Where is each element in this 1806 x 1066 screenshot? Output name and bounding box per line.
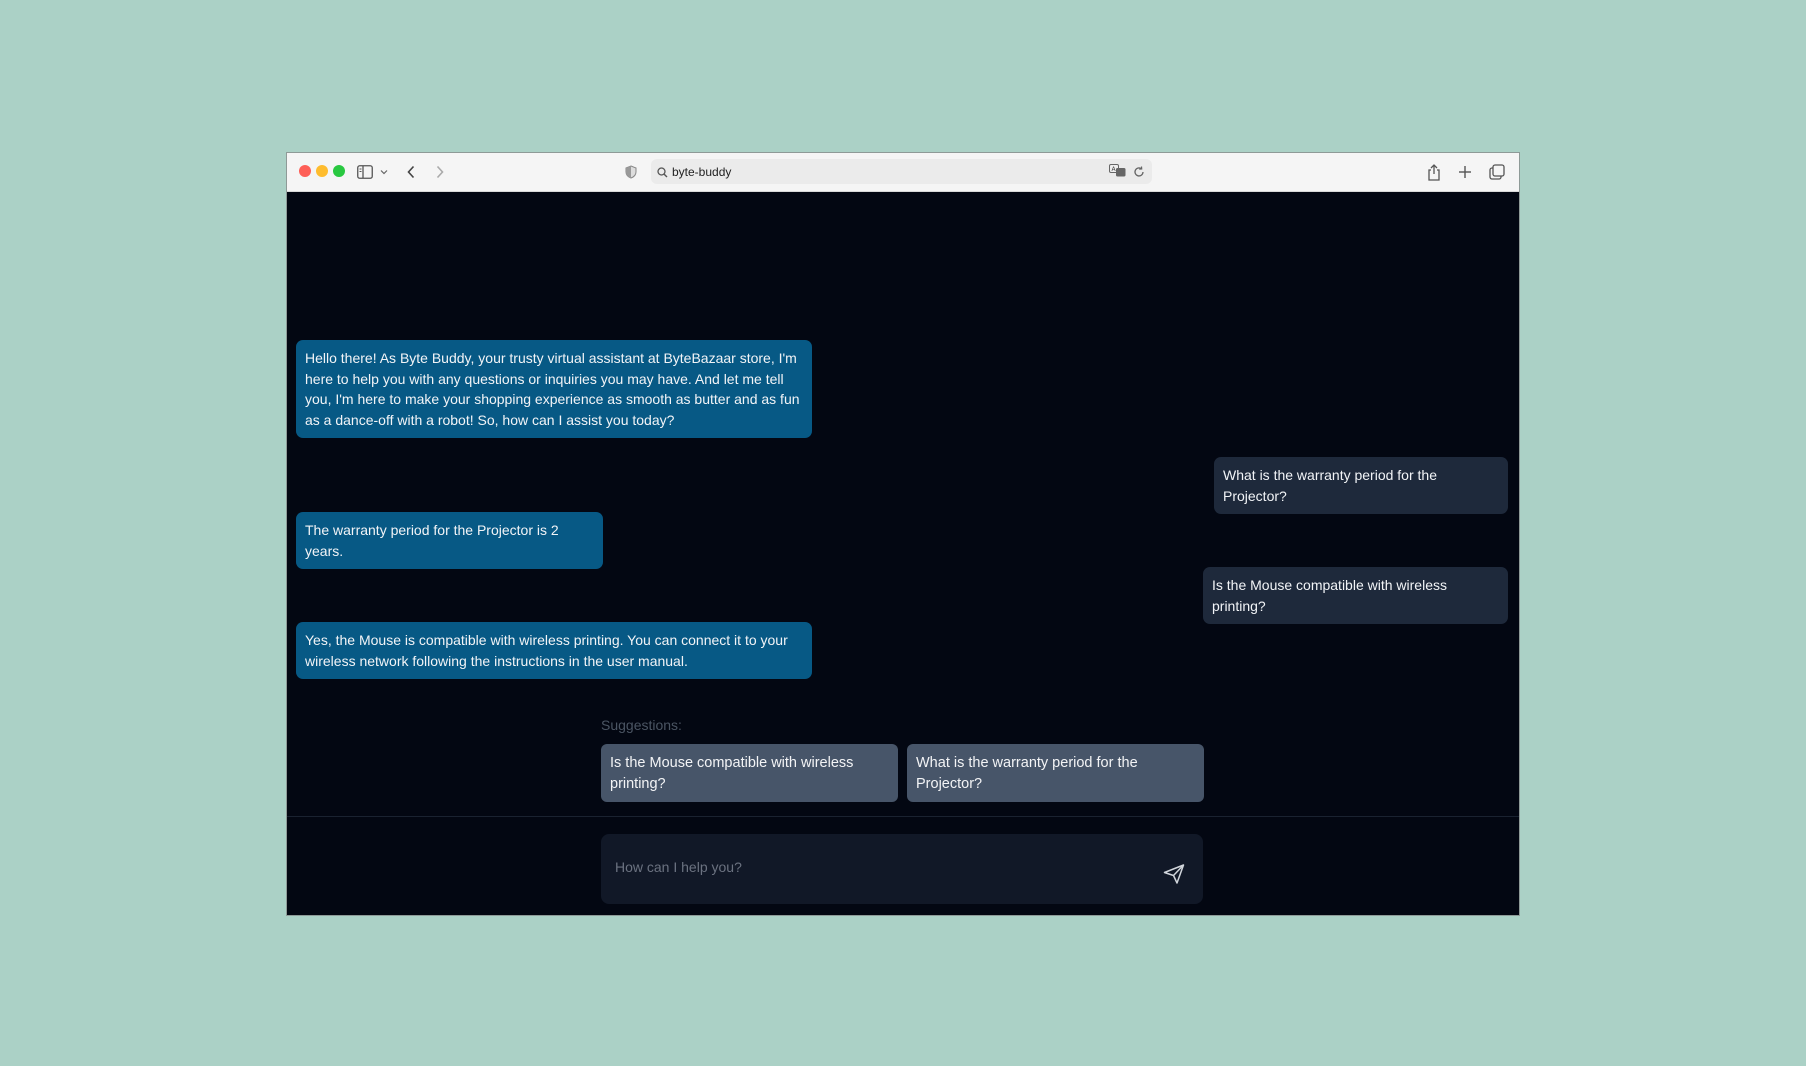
suggestion-chip[interactable]: Is the Mouse compatible with wireless pr… (601, 744, 898, 802)
search-icon (657, 165, 668, 183)
minimize-window-button[interactable] (316, 165, 328, 177)
reload-icon[interactable] (1133, 165, 1145, 183)
suggestions-label: Suggestions: (601, 717, 682, 733)
sidebar-icon[interactable] (355, 162, 375, 182)
suggestion-chip[interactable]: What is the warranty period for the Proj… (907, 744, 1204, 802)
tabs-overview-icon[interactable] (1487, 162, 1507, 182)
zoom-window-button[interactable] (333, 165, 345, 177)
chat-app: Hello there! As Byte Buddy, your trusty … (287, 192, 1519, 915)
browser-window: byte-buddy A Hello there! As Byte Buddy,… (286, 152, 1520, 916)
new-tab-icon[interactable] (1455, 162, 1475, 182)
share-icon[interactable] (1424, 162, 1444, 182)
user-message: What is the warranty period for the Proj… (1214, 457, 1508, 514)
composer-divider (287, 816, 1519, 817)
shield-icon[interactable] (621, 162, 641, 182)
assistant-message: The warranty period for the Projector is… (296, 512, 603, 569)
chevron-down-icon[interactable] (374, 162, 394, 182)
composer (601, 834, 1203, 904)
address-bar[interactable]: byte-buddy A (651, 159, 1152, 184)
send-icon[interactable] (1163, 864, 1185, 889)
browser-toolbar: byte-buddy A (287, 153, 1519, 192)
message-input[interactable] (601, 834, 1141, 884)
assistant-message: Hello there! As Byte Buddy, your trusty … (296, 340, 812, 438)
forward-icon[interactable] (430, 162, 450, 182)
back-icon[interactable] (401, 162, 421, 182)
assistant-message: Yes, the Mouse is compatible with wirele… (296, 622, 812, 679)
translate-icon[interactable]: A (1109, 164, 1126, 182)
close-window-button[interactable] (299, 165, 311, 177)
user-message: Is the Mouse compatible with wireless pr… (1203, 567, 1508, 624)
address-url: byte-buddy (672, 165, 732, 179)
